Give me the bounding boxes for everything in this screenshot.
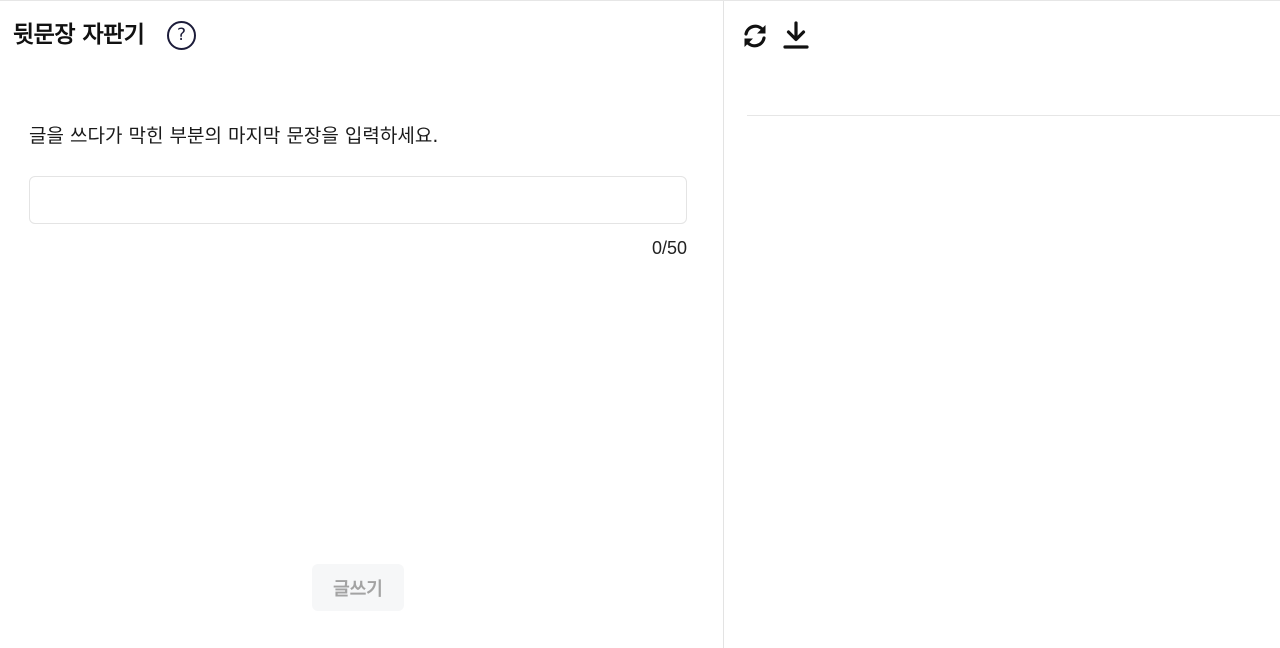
instruction-text: 글을 쓰다가 막힌 부분의 마지막 문장을 입력하세요. bbox=[29, 125, 439, 147]
refresh-button[interactable] bbox=[740, 21, 770, 51]
download-icon bbox=[783, 21, 809, 49]
help-icon: ? bbox=[176, 25, 187, 45]
character-counter: 0/50 bbox=[651, 238, 687, 258]
page-title: 뒷문장 자판기 bbox=[13, 22, 145, 48]
download-button[interactable] bbox=[781, 21, 811, 51]
output-divider bbox=[747, 115, 1280, 116]
output-panel bbox=[724, 1, 1280, 648]
app-window: 뒷문장 자판기 ? 글을 쓰다가 막힌 부분의 마지막 문장을 입력하세요. 0… bbox=[0, 0, 1280, 648]
help-button[interactable]: ? bbox=[167, 21, 196, 50]
refresh-icon bbox=[744, 24, 766, 48]
write-button[interactable]: 글쓰기 bbox=[312, 564, 404, 611]
input-panel: 뒷문장 자판기 ? 글을 쓰다가 막힌 부분의 마지막 문장을 입력하세요. 0… bbox=[0, 1, 724, 648]
sentence-input[interactable] bbox=[29, 176, 687, 224]
